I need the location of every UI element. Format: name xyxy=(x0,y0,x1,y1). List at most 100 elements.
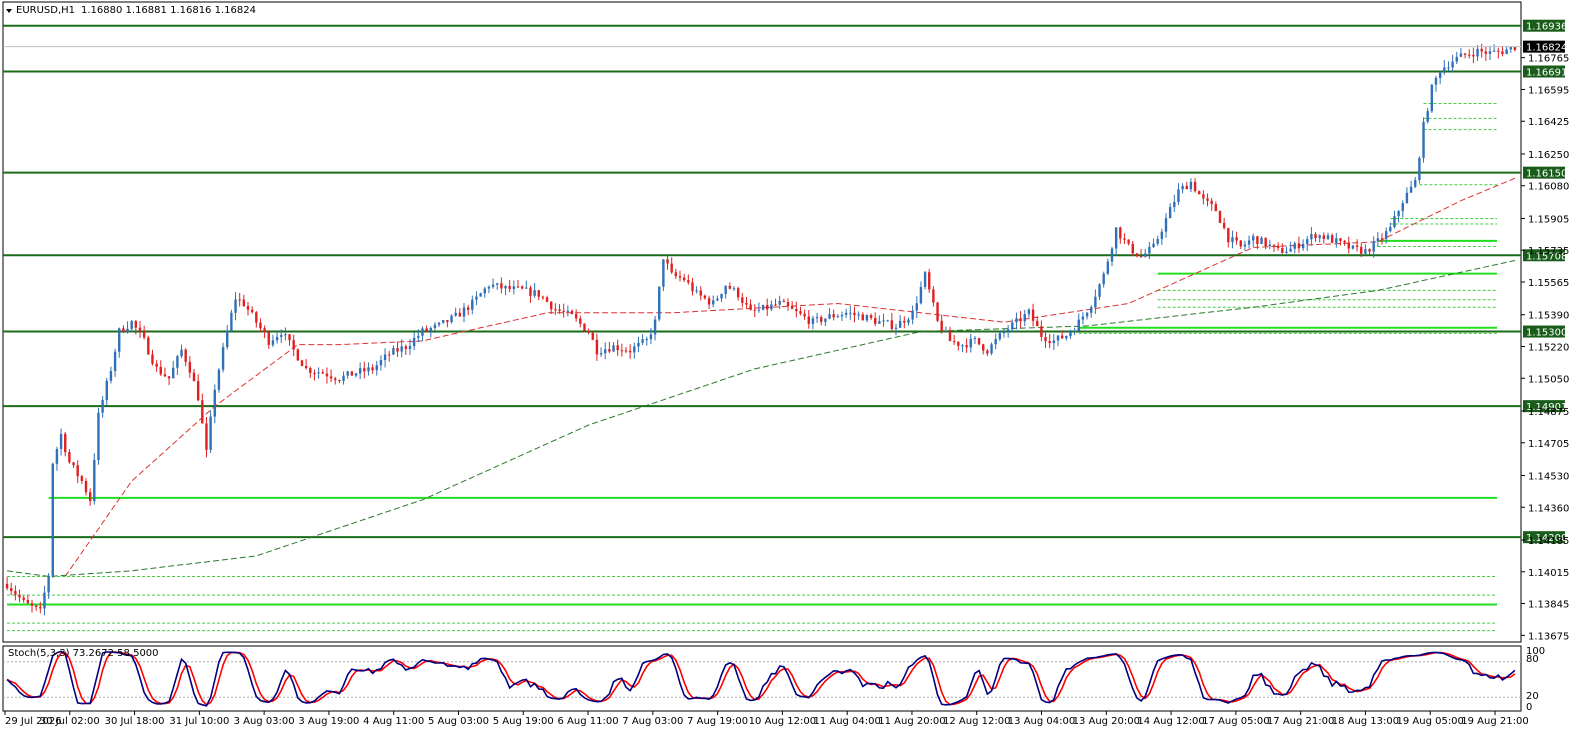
price-tick-label: 1.15050 xyxy=(1528,374,1569,385)
candle-body xyxy=(130,321,133,329)
candle-body xyxy=(5,583,9,589)
candle-body xyxy=(1085,312,1089,317)
candle-body xyxy=(334,378,337,381)
candle-body xyxy=(446,320,449,323)
candle-body xyxy=(1513,46,1517,51)
candle-body xyxy=(1210,200,1213,205)
candle-body xyxy=(1260,237,1263,245)
candle-body xyxy=(857,314,860,316)
stoch-level-80: 80 xyxy=(1526,654,1539,665)
time-tick-label: 30 Jul 02:00 xyxy=(40,716,100,727)
candle-body xyxy=(973,338,977,340)
candle-body xyxy=(1098,284,1101,297)
candle-body xyxy=(188,361,192,373)
candle-body xyxy=(824,318,827,322)
level-price-label: 1.16936 xyxy=(1526,22,1567,33)
candle-body xyxy=(1384,231,1388,239)
candle-body xyxy=(26,599,30,604)
candle-body xyxy=(213,389,216,417)
candle-body xyxy=(815,317,819,319)
candle-body xyxy=(1052,340,1056,344)
stoch-level-20: 20 xyxy=(1526,691,1539,702)
candle-body xyxy=(329,376,333,379)
candle-body xyxy=(1256,236,1259,245)
candle-body xyxy=(1468,54,1471,56)
candle-body xyxy=(778,300,781,305)
candle-body xyxy=(300,360,304,366)
candle-body xyxy=(47,575,50,593)
price-tick-label: 1.13675 xyxy=(1528,631,1569,642)
candle-body xyxy=(1023,314,1026,322)
candle-body xyxy=(844,312,848,315)
candle-body xyxy=(1160,231,1164,240)
candle-body xyxy=(604,349,607,354)
candle-body xyxy=(267,332,270,345)
candle-body xyxy=(579,318,582,324)
price-tick-label: 1.16595 xyxy=(1528,85,1569,96)
price-tick-label: 1.16250 xyxy=(1528,150,1569,161)
candle-body xyxy=(1027,309,1031,315)
candle-body xyxy=(196,381,200,401)
candle-body xyxy=(388,354,391,356)
candle-body xyxy=(948,330,952,342)
candle-body xyxy=(1036,320,1039,327)
time-tick-label: 19 Aug 05:00 xyxy=(1396,716,1463,727)
time-tick-label: 6 Aug 11:00 xyxy=(558,716,619,727)
candle-body xyxy=(1380,238,1384,240)
candle-body xyxy=(1019,318,1022,322)
candle-body xyxy=(1094,296,1097,308)
candle-body xyxy=(462,307,466,317)
candle-body xyxy=(712,300,715,305)
candle-body xyxy=(799,311,802,314)
candle-body xyxy=(234,299,237,313)
candle-body xyxy=(1119,227,1122,239)
candle-body xyxy=(471,299,474,310)
candle-body xyxy=(936,302,939,321)
candle-body xyxy=(68,452,71,463)
candle-body xyxy=(525,287,528,289)
candle-body xyxy=(1202,194,1205,199)
candle-body xyxy=(541,296,545,298)
candle-body xyxy=(1322,235,1326,240)
candle-body xyxy=(379,360,383,366)
candle-body xyxy=(508,285,511,290)
candle-body xyxy=(55,448,59,464)
candle-body xyxy=(1081,316,1085,320)
candle-body xyxy=(1289,248,1292,252)
time-tick-label: 10 Aug 12:00 xyxy=(749,716,816,727)
candle-body xyxy=(645,339,648,341)
candle-body xyxy=(790,306,794,309)
candle-body xyxy=(1492,50,1496,52)
candle-body xyxy=(641,339,644,343)
candle-body xyxy=(766,304,769,310)
candle-body xyxy=(749,304,752,310)
candle-body xyxy=(1193,181,1197,192)
candle-body xyxy=(907,319,910,323)
candle-body xyxy=(1306,239,1309,244)
candle-body xyxy=(504,285,507,289)
candle-body xyxy=(878,321,881,324)
candle-body xyxy=(1048,341,1051,344)
price-tick-label: 1.14875 xyxy=(1528,407,1569,418)
candle-body xyxy=(1218,211,1222,223)
time-tick-label: 3 Aug 19:00 xyxy=(298,716,359,727)
candle-body xyxy=(475,296,478,300)
candle-body xyxy=(1281,248,1284,254)
candle-body xyxy=(1231,237,1234,243)
candle-body xyxy=(674,272,678,277)
candle-body xyxy=(533,290,536,296)
candle-body xyxy=(944,330,948,332)
candle-body xyxy=(915,303,918,311)
current-price-label: 1.16824 xyxy=(1526,43,1567,54)
candle-body xyxy=(1509,46,1512,50)
candle-body xyxy=(757,309,761,311)
candle-body xyxy=(1031,309,1035,321)
candle-body xyxy=(1455,56,1458,62)
candle-body xyxy=(1443,67,1446,73)
candle-body xyxy=(238,299,241,301)
candle-body xyxy=(1505,49,1508,55)
candle-body xyxy=(101,399,104,413)
candle-body xyxy=(1268,244,1272,247)
candle-body xyxy=(911,310,914,320)
candle-body xyxy=(342,375,345,382)
